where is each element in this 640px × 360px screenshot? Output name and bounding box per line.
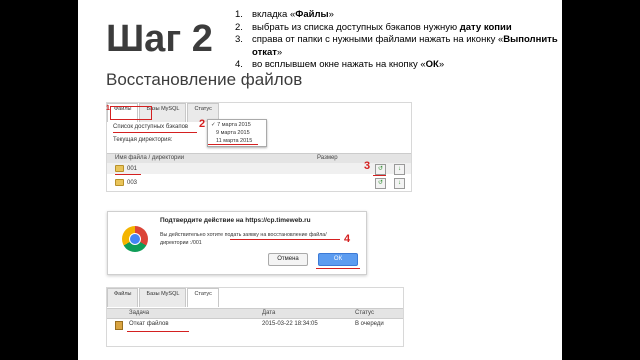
- instruction-item: 1. вкладка «Файлы»: [235, 9, 562, 22]
- current-dir-label: Текущая директория:: [113, 137, 173, 143]
- backup-date-option[interactable]: ✓ 7 марта 2015: [211, 121, 263, 129]
- instruction-item: 3. справа от папки с нужными файлами нажа…: [235, 34, 562, 59]
- task-status: В очереди: [355, 321, 384, 327]
- tab-mysql[interactable]: Базы MySQL: [139, 288, 187, 307]
- task-name: Откат файлов: [129, 321, 169, 327]
- instruction-bold: Файлы: [295, 9, 329, 20]
- folder-label: 001: [127, 166, 138, 173]
- step-title: Шаг 2: [106, 18, 213, 60]
- underline-task: [127, 331, 189, 332]
- instruction-text: выбрать из списка доступных бэкапов нужн…: [252, 21, 460, 33]
- dialog-message-line: Вы действительно хотите подать заявку на…: [160, 232, 327, 238]
- marker-3: 3: [364, 160, 371, 172]
- chrome-icon: [122, 226, 148, 252]
- col-status: Статус: [355, 310, 374, 316]
- instruction-text: справа от папки с нужными файлами нажать…: [252, 34, 504, 45]
- instruction-number: 1.: [235, 9, 243, 20]
- checkmark-icon: ✓: [211, 122, 216, 128]
- instruction-number: 2.: [235, 21, 243, 33]
- instruction-bold: ОК: [425, 59, 439, 70]
- tab-bar: Файлы Базы MySQL Статус: [107, 288, 220, 307]
- folder-name[interactable]: 003: [115, 179, 137, 186]
- instruction-number: 3.: [235, 34, 243, 45]
- download-icon[interactable]: ↓: [394, 164, 405, 175]
- col-task: Задача: [129, 310, 150, 316]
- underline-folder: [115, 174, 141, 175]
- instruction-text: »: [328, 9, 334, 20]
- status-panel: Файлы Базы MySQL Статус Задача Дата Стат…: [106, 287, 404, 347]
- instruction-text: »: [276, 46, 283, 58]
- table-row[interactable]: 003: [107, 177, 411, 188]
- slide-subtitle: Восстановление файлов: [106, 70, 303, 89]
- backup-list-label: Список доступных бэкапов: [113, 124, 189, 130]
- instruction-text: вкладка «: [252, 9, 296, 20]
- tab-status[interactable]: Статус: [187, 288, 219, 307]
- tab-files[interactable]: Файлы: [107, 288, 139, 307]
- folder-icon: [115, 165, 124, 172]
- download-icon[interactable]: ↓: [394, 178, 405, 189]
- backup-date-text: 7 марта 2015: [217, 122, 251, 128]
- ok-button[interactable]: ОК: [318, 253, 358, 266]
- table-row: Откат файлов 2015-03-22 18:34:05 В очере…: [107, 319, 403, 331]
- col-name: Имя файла / директории: [115, 155, 185, 161]
- marker-1: 1: [106, 105, 110, 112]
- underline-rollback: [373, 175, 386, 176]
- instruction-item: 2. выбрать из списка доступных бэкапов ну…: [235, 22, 562, 35]
- instruction-bold: дату копии: [459, 21, 512, 33]
- folder-label: 003: [127, 180, 138, 187]
- instruction-text: во всплывшем окне нажать на кнопку «: [252, 59, 426, 70]
- task-icon: [115, 321, 123, 330]
- status-table-header: Задача Дата Статус: [107, 308, 403, 319]
- backup-date-dropdown[interactable]: ✓ 7 марта 2015 9 марта 2015 11 марта 201…: [207, 119, 267, 147]
- slide: Шаг 2 1. вкладка «Файлы» 2. выбрать из спи…: [78, 0, 562, 360]
- backup-date-text: 9 марта 2015: [216, 130, 250, 136]
- col-size: Размер: [317, 155, 338, 161]
- folder-name[interactable]: 001: [115, 165, 137, 172]
- underline-backup-list: [113, 132, 197, 133]
- underline-selected-date: [208, 144, 258, 145]
- dialog-message-line: директории :/001: [160, 240, 202, 246]
- col-date: Дата: [262, 310, 276, 316]
- underline-dialog-text: [230, 239, 340, 240]
- highlight-files-tab: [110, 106, 152, 120]
- instructions-list: 1. вкладка «Файлы» 2. выбрать из списка до…: [235, 9, 562, 72]
- files-panel: Файлы Базы MySQL Статус 1 Список доступн…: [106, 102, 412, 192]
- cancel-button[interactable]: Отмена: [268, 253, 308, 266]
- dialog-title: Подтвердите действие на https://cp.timew…: [160, 217, 311, 224]
- confirm-dialog: Подтвердите действие на https://cp.timew…: [107, 211, 367, 275]
- marker-4: 4: [344, 233, 351, 245]
- underline-ok: [316, 268, 360, 269]
- instruction-text: »: [438, 59, 445, 70]
- rollback-icon[interactable]: ↺: [375, 164, 386, 175]
- rollback-icon[interactable]: ↺: [375, 178, 386, 189]
- folder-icon: [115, 179, 124, 186]
- backup-date-option[interactable]: 9 марта 2015: [211, 129, 263, 137]
- task-date: 2015-03-22 18:34:05: [262, 321, 318, 327]
- marker-2: 2: [199, 118, 206, 130]
